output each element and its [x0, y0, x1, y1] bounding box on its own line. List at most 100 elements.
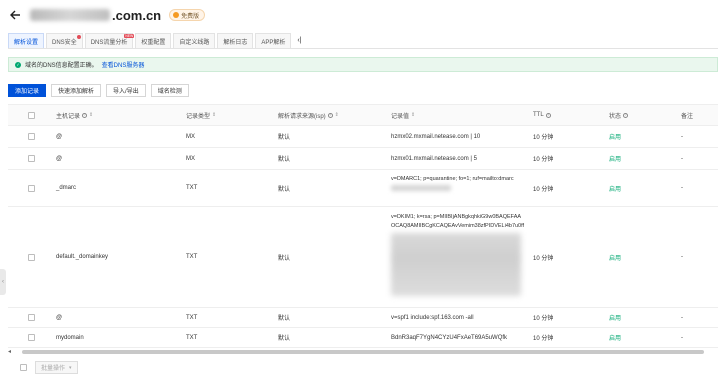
value-line: v=DKIM1; k=rsa; p=MIIBIjANBgkqhkiG9w0BAQ…	[391, 214, 522, 220]
row-checkbox[interactable]	[28, 133, 35, 140]
type-cell: MX	[186, 133, 195, 140]
domain-title: .com.cn	[30, 8, 161, 23]
tab-resolve-settings[interactable]: 解析设置	[8, 33, 45, 48]
table-header: 主机记录? ⇕ 记录类型 ⇕ 解析请求来源(isp)? ⇕ 记录值 ⇕ TTL? 状态?…	[8, 104, 718, 126]
toolbar: 添加记录 快速添加解析 导入/导出 域名检测	[8, 84, 194, 97]
col-remark-label: 备注	[681, 113, 694, 120]
value-text: v=DMARC1; p=quarantine; fo=1; ruf=mailto…	[391, 176, 514, 182]
add-record-button[interactable]: 添加记录	[8, 84, 47, 97]
back-arrow-icon	[10, 10, 20, 20]
help-circle-icon[interactable]: ?	[623, 112, 629, 118]
batch-operation-label: 批量操作	[41, 366, 66, 372]
redacted-domain-name	[30, 9, 110, 21]
sort-icon[interactable]: ⇕	[212, 113, 216, 118]
remark-cell: -	[681, 254, 683, 260]
tab-dns-security[interactable]: DNS安全	[46, 33, 83, 48]
row-checkbox[interactable]	[28, 334, 35, 341]
value-cell: v=spf1 include:spf.163.com -all	[391, 314, 474, 321]
status-cell[interactable]: 启用	[609, 170, 621, 206]
table-row[interactable]: @ MX 默认 hzmx02.mxmail.netease.com | 10 1…	[8, 126, 718, 148]
help-circle-icon[interactable]: ?	[327, 112, 333, 118]
host-cell: mydomain	[56, 334, 84, 341]
col-type[interactable]: 记录类型 ⇕	[186, 105, 216, 125]
table-row[interactable]: @ TXT 默认 v=spf1 include:spf.163.com -all…	[8, 308, 718, 328]
line-cell: 默认	[278, 316, 291, 322]
col-value-label: 记录值	[391, 113, 410, 120]
col-remark: 备注	[681, 105, 693, 125]
status-cell[interactable]: 启用	[609, 308, 621, 327]
table-row[interactable]: default._domainkey TXT 默认 v=DKIM1; k=rsa…	[8, 207, 718, 308]
new-tag: NEW	[124, 34, 135, 38]
tab-resolve-log[interactable]: 解析日志	[217, 33, 254, 48]
value-cell: v=DKIM1; k=rsa; p=MIIBIjANBgkqhkiG9w0BAQ…	[391, 207, 531, 307]
line-cell: 默认	[278, 135, 291, 141]
line-cell: 默认	[278, 157, 291, 163]
sort-icon[interactable]: ⇕	[411, 113, 415, 118]
tab-dns-traffic[interactable]: DNS流量分析 NEW	[84, 33, 135, 48]
horizontal-scrollbar[interactable]: ◂	[8, 349, 718, 355]
import-export-button[interactable]: 导入/导出	[106, 84, 146, 97]
remark-cell: -	[681, 334, 683, 341]
sidebar-toggle-handle[interactable]: ‹	[0, 269, 6, 295]
value-cell: hzmx02.mxmail.netease.com | 10	[391, 133, 481, 140]
value-cell: v=DMARC1; p=quarantine; fo=1; ruf=mailto…	[391, 170, 531, 206]
help-circle-icon[interactable]: ?	[545, 112, 551, 118]
status-cell[interactable]: 启用	[609, 207, 621, 307]
col-status: 状态?	[609, 105, 629, 125]
sort-icon[interactable]: ⇕	[335, 113, 339, 118]
tab-app-resolve[interactable]: APP解析	[255, 33, 292, 48]
col-line-label: 解析请求来源(isp)	[278, 113, 326, 120]
row-checkbox[interactable]	[28, 253, 35, 261]
tab-weight-config[interactable]: 权重配置	[135, 33, 172, 48]
sort-icon[interactable]: ⇕	[89, 113, 93, 118]
quick-add-button[interactable]: 快速添加解析	[51, 84, 102, 97]
remark-cell: -	[681, 155, 683, 162]
line-cell: 默认	[278, 255, 291, 262]
table-row[interactable]: mydomain TXT 默认 BdnR3aqF7YgN4CYzU4FxAeT6…	[8, 328, 718, 348]
status-cell[interactable]: 启用	[609, 328, 621, 347]
batch-operation-dropdown[interactable]: 批量操作 ▾	[35, 361, 78, 374]
scroll-left-arrow-icon[interactable]: ◂	[8, 348, 11, 355]
type-cell: MX	[186, 155, 195, 162]
row-checkbox[interactable]	[28, 184, 35, 192]
footer-select-all-checkbox[interactable]	[20, 364, 27, 371]
ttl-cell: 10 分钟	[533, 186, 554, 193]
tab-label: DNS安全	[52, 39, 77, 46]
table-footer: 批量操作 ▾	[20, 361, 78, 374]
view-dns-servers-link[interactable]: 查看DNS服务器	[102, 60, 145, 69]
help-circle-icon[interactable]: ?	[82, 112, 88, 118]
tab-collapse-button[interactable]: ‹|	[293, 33, 305, 48]
col-type-label: 记录类型	[186, 113, 211, 120]
tab-label: 自定义线路	[179, 39, 210, 46]
ttl-cell: 10 分钟	[533, 316, 554, 322]
status-cell[interactable]: 启用	[609, 126, 621, 147]
row-checkbox[interactable]	[28, 155, 35, 162]
scrollbar-thumb[interactable]	[22, 350, 704, 354]
host-cell: @	[56, 314, 63, 321]
table-row[interactable]: @ MX 默认 hzmx01.mxmail.netease.com | 5 10…	[8, 148, 718, 170]
host-cell: _dmarc	[56, 185, 77, 191]
col-host-label: 主机记录	[56, 113, 81, 120]
col-ttl: TTL?	[533, 105, 551, 125]
status-cell[interactable]: 启用	[609, 148, 621, 169]
domain-check-button[interactable]: 域名检测	[150, 84, 189, 97]
tab-label: 解析设置	[14, 39, 39, 46]
back-button[interactable]	[8, 8, 22, 22]
remark-cell: -	[681, 185, 683, 191]
line-cell: 默认	[278, 336, 291, 342]
col-line[interactable]: 解析请求来源(isp)? ⇕	[278, 105, 339, 125]
redacted-value	[391, 233, 521, 296]
select-all-checkbox[interactable]	[28, 111, 35, 119]
col-host[interactable]: 主机记录? ⇕	[56, 105, 93, 125]
row-checkbox[interactable]	[28, 314, 35, 321]
check-circle-icon: ✓	[15, 61, 21, 68]
value-cell: BdnR3aqF7YgN4CYzU4FxAeT69A5uWQfk	[391, 334, 508, 341]
col-ttl-label: TTL	[533, 112, 544, 118]
tab-label: APP解析	[261, 39, 286, 46]
type-cell: TXT	[186, 314, 198, 321]
notification-dot	[76, 35, 81, 39]
table-row[interactable]: _dmarc TXT 默认 v=DMARC1; p=quarantine; fo…	[8, 170, 718, 207]
chevron-left-icon: ‹	[2, 279, 4, 285]
col-value[interactable]: 记录值 ⇕	[391, 105, 415, 125]
tab-custom-line[interactable]: 自定义线路	[173, 33, 216, 48]
